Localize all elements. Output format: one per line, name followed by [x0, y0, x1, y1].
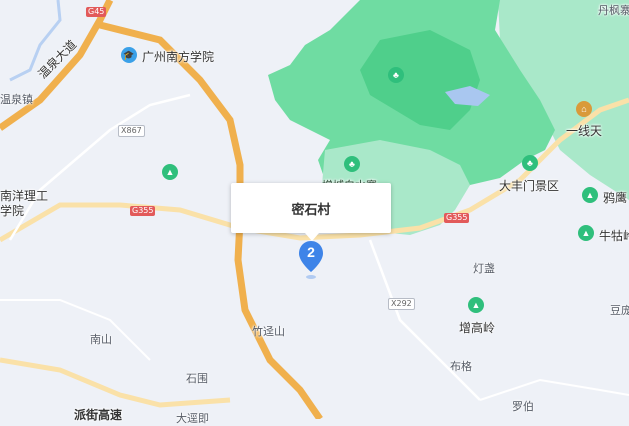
- park-icon[interactable]: ▲: [582, 187, 598, 203]
- label-danfeng[interactable]: 丹枫寨: [598, 2, 629, 18]
- school-icon[interactable]: 🎓: [121, 47, 137, 63]
- label-dafengmen[interactable]: 大丰门景区: [499, 177, 559, 194]
- location-popup[interactable]: 密石村: [231, 183, 391, 241]
- label-yixiantian[interactable]: 一线天: [566, 122, 602, 139]
- road-shield-g355-west: G355: [130, 206, 156, 216]
- park-icon[interactable]: ♣: [388, 67, 404, 83]
- label-yaying[interactable]: 鸦鹰: [603, 189, 627, 206]
- road-shield-g45: G45: [86, 7, 107, 17]
- label-niuguling[interactable]: 牛牯岭: [599, 227, 629, 244]
- road-shield-g355-east: G355: [444, 213, 470, 223]
- scenic-icon[interactable]: ⌂: [576, 101, 592, 117]
- label-zenggaoling[interactable]: 增高岭: [459, 319, 495, 336]
- road-shield-x292: X292: [388, 298, 415, 310]
- park-icon[interactable]: ♣: [344, 156, 360, 172]
- road-shield-x867: X867: [118, 125, 145, 137]
- label-paijie: 派街高速: [74, 408, 123, 422]
- label-buge: 布格: [450, 361, 472, 373]
- park-icon[interactable]: ♣: [522, 155, 538, 171]
- label-nanshan: 南山: [90, 334, 112, 346]
- location-marker[interactable]: 2: [298, 240, 324, 280]
- label-nanyang-b[interactable]: 学院: [0, 202, 24, 219]
- park-icon[interactable]: ▲: [578, 225, 594, 241]
- marker-count: 2: [307, 244, 315, 260]
- label-dengsheng: 灯盏: [473, 263, 495, 275]
- label-zhuxing: 竹迳山: [252, 326, 285, 338]
- park-icon[interactable]: ▲: [468, 297, 484, 313]
- label-shiwei: 石围: [186, 373, 208, 385]
- label-luobo: 罗伯: [512, 401, 534, 413]
- park-icon[interactable]: ▲: [162, 164, 178, 180]
- label-wenquan-town: 温泉镇: [0, 94, 33, 106]
- label-douchang: 豆庞: [610, 305, 629, 317]
- popup-title: 密石村: [291, 202, 331, 217]
- label-south-university[interactable]: 广州南方学院: [142, 48, 214, 65]
- label-dayong: 大逕即: [176, 413, 209, 425]
